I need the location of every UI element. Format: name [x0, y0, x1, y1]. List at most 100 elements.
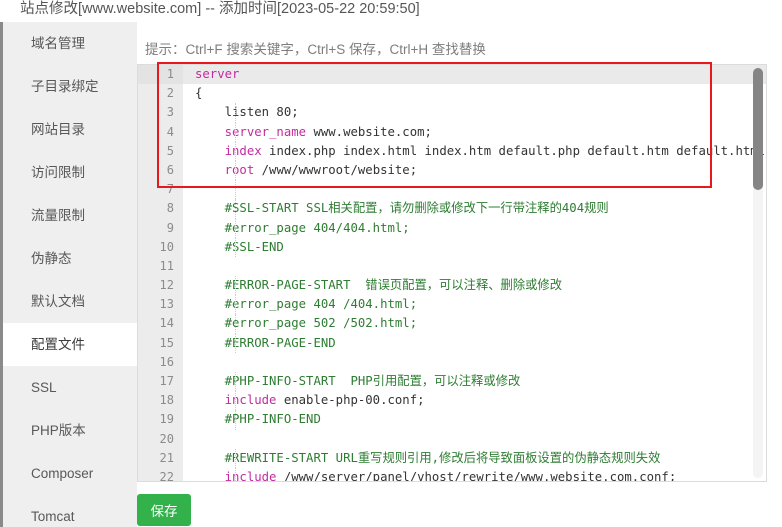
line-content[interactable] [183, 180, 766, 200]
editor-line[interactable]: 18 include enable-php-00.conf; [138, 391, 766, 411]
sidebar-item-label: 访问限制 [31, 165, 85, 180]
sidebar-item-1[interactable]: 子目录绑定 [3, 65, 137, 108]
editor-line[interactable]: 15 #ERROR-PAGE-END [138, 333, 766, 353]
line-content[interactable] [183, 353, 766, 372]
line-content[interactable]: #error_page 404 /404.html; [183, 295, 766, 315]
editor-line[interactable]: 22 include /www/server/panel/vhost/rewri… [138, 467, 766, 481]
editor-line[interactable]: 3 listen 80; [138, 103, 766, 123]
editor-line[interactable]: 12 #ERROR-PAGE-START 错误页配置，可以注释、删除或修改 [138, 276, 766, 296]
sidebar-item-9[interactable]: PHP版本 [3, 409, 137, 452]
editor-line[interactable]: 19 #PHP-INFO-END [138, 410, 766, 430]
line-number: 18 [138, 391, 183, 411]
line-content[interactable]: root /www/wwwroot/website; [183, 160, 766, 181]
editor-line[interactable]: 10 #SSL-END [138, 237, 766, 257]
indent-guide [235, 295, 236, 315]
code-token: /www/wwwroot/website; [254, 162, 418, 177]
editor-line[interactable]: 21 #REWRITE-START URL重写规则引用,修改后将导致面板设置的伪… [138, 448, 766, 468]
line-content[interactable]: listen 80; [183, 103, 766, 123]
indent-guide [235, 391, 236, 411]
line-content[interactable]: #PHP-INFO-START PHP引用配置，可以注释或修改 [183, 372, 766, 392]
code-token: root [195, 162, 255, 177]
sidebar-item-label: Composer [31, 466, 94, 481]
sidebar-item-label: 默认文档 [31, 294, 85, 309]
line-content[interactable] [183, 430, 766, 449]
editor-scrollbar-track[interactable] [753, 68, 763, 478]
editor-line[interactable]: 1 server [138, 65, 766, 85]
sidebar-item-11[interactable]: Tomcat [3, 495, 137, 527]
line-number: 15 [138, 333, 183, 353]
editor-surface[interactable]: 1 server 2{3 listen 80; 4 server_name www.w… [138, 65, 766, 481]
line-content[interactable] [183, 257, 766, 276]
line-content[interactable]: include /www/server/panel/vhost/rewrite/… [183, 467, 766, 481]
indent-guide [235, 103, 236, 123]
line-content[interactable]: server_name www.website.com; [183, 122, 766, 142]
editor-line[interactable]: 17 #PHP-INFO-START PHP引用配置，可以注释或修改 [138, 372, 766, 392]
sidebar-item-3[interactable]: 访问限制 [3, 151, 137, 194]
shortcut-hint: 提示：Ctrl+F 搜索关键字，Ctrl+S 保存，Ctrl+H 查找替换 [145, 42, 486, 57]
line-content[interactable]: #ERROR-PAGE-END [183, 333, 766, 353]
editor-line[interactable]: 6 root /www/wwwroot/website; [138, 160, 766, 181]
line-content[interactable]: include enable-php-00.conf; [183, 391, 766, 411]
code-token: #error_page 404 /404.html; [195, 297, 418, 312]
sidebar-item-6[interactable]: 默认文档 [3, 280, 137, 323]
code-token: server_name [195, 124, 307, 139]
line-content[interactable]: { [183, 84, 766, 103]
line-number: 10 [138, 237, 183, 257]
site-edit-window: 站点修改[www.website.com] -- 添加时间[2023-05-22… [0, 0, 782, 527]
sidebar-item-8[interactable]: SSL [3, 366, 137, 409]
line-number: 11 [138, 256, 183, 277]
editor-scrollbar-thumb[interactable] [753, 68, 763, 190]
code-token: #PHP-INFO-START PHP引用配置，可以注释或修改 [195, 374, 521, 388]
line-content[interactable]: #error_page 502 /502.html; [183, 314, 766, 334]
line-number: 16 [138, 352, 183, 373]
indent-guide [235, 237, 236, 257]
config-file-editor[interactable]: 1 server 2{3 listen 80; 4 server_name www.w… [137, 64, 767, 482]
editor-line[interactable]: 4 server_name www.website.com; [138, 122, 766, 142]
sidebar-item-5[interactable]: 伪静态 [3, 237, 137, 280]
sidebar-item-label: 域名管理 [31, 36, 85, 51]
indent-guide [235, 180, 236, 200]
sidebar-item-4[interactable]: 流量限制 [3, 194, 137, 237]
editor-line[interactable]: 20 [138, 429, 766, 449]
line-content[interactable]: #REWRITE-START URL重写规则引用,修改后将导致面板设置的伪静态规… [183, 448, 766, 468]
code-lines[interactable]: 1 server 2{3 listen 80; 4 server_name www.w… [138, 65, 766, 481]
line-content[interactable]: #SSL-END [183, 237, 766, 257]
sidebar-item-label: SSL [31, 380, 57, 395]
editor-line[interactable]: 11 [138, 256, 766, 277]
line-content[interactable]: #PHP-INFO-END [183, 410, 766, 430]
sidebar-item-0[interactable]: 域名管理 [3, 22, 137, 65]
line-content[interactable]: index index.php index.html index.htm def… [183, 141, 766, 161]
sidebar-item-7[interactable]: 配置文件 [3, 323, 137, 366]
code-token: index.php index.html index.htm default.p… [261, 143, 766, 158]
line-content[interactable]: #error_page 404/404.html; [183, 218, 766, 238]
line-number: 13 [138, 295, 183, 315]
sidebar-item-2[interactable]: 网站目录 [3, 108, 137, 151]
code-token: #PHP-INFO-END [195, 412, 321, 427]
code-token: www.website.com; [306, 124, 432, 139]
indent-guide [235, 160, 236, 181]
line-number: 21 [138, 448, 183, 468]
indent-guide [235, 467, 236, 481]
line-content[interactable]: #SSL-START SSL相关配置，请勿删除或修改下一行带注释的404规则 [183, 199, 766, 219]
indent-guide [235, 314, 236, 334]
editor-line[interactable]: 8 #SSL-START SSL相关配置，请勿删除或修改下一行带注释的404规则 [138, 199, 766, 219]
editor-line[interactable]: 7 [138, 180, 766, 200]
sidebar-item-label: 流量限制 [31, 208, 85, 223]
editor-line[interactable]: 16 [138, 352, 766, 373]
line-content[interactable]: #ERROR-PAGE-START 错误页配置，可以注释、删除或修改 [183, 276, 766, 296]
editor-line[interactable]: 14 #error_page 502 /502.html; [138, 314, 766, 334]
sidebar-item-label: 配置文件 [31, 337, 85, 352]
sidebar-item-label: PHP版本 [31, 423, 86, 438]
editor-line[interactable]: 5 index index.php index.html index.htm d… [138, 141, 766, 161]
indent-guide [235, 276, 236, 296]
save-button[interactable]: 保存 [137, 494, 191, 526]
code-token: index [195, 143, 262, 158]
editor-line[interactable]: 9 #error_page 404/404.html; [138, 218, 766, 238]
sidebar-item-label: Tomcat [31, 509, 75, 524]
editor-line[interactable]: 13 #error_page 404 /404.html; [138, 295, 766, 315]
sidebar-item-10[interactable]: Composer [3, 452, 137, 495]
line-content[interactable]: server [183, 65, 766, 85]
line-number: 5 [138, 141, 183, 161]
line-number: 22 [138, 467, 183, 481]
editor-line[interactable]: 2{ [138, 84, 766, 104]
